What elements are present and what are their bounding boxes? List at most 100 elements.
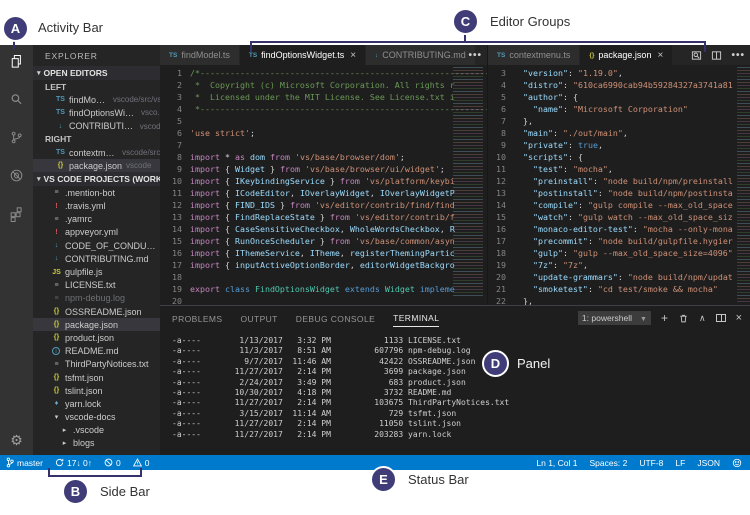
status-indentation[interactable]: Spaces: 2	[590, 458, 628, 468]
tree-item-code_of_conduct.md[interactable]: ↓CODE_OF_CONDUCT.md	[33, 239, 160, 252]
code-line: 3 "version": "1.19.0",	[488, 67, 750, 79]
settings-gear-icon[interactable]: ⚙	[0, 427, 33, 453]
ts-file-icon: TS	[497, 52, 505, 59]
tab-contextmenu.ts[interactable]: TScontextmenu.ts	[488, 45, 580, 65]
terminal-line: -a---- 11/27/2017 2:14 PM 3699 package.j…	[172, 367, 750, 377]
open-preview-icon[interactable]	[691, 50, 702, 61]
code-text: "update-grammars": "node build/npm/updat	[513, 272, 733, 282]
minimap-right[interactable]	[737, 67, 750, 303]
terminal-select[interactable]: 1: powershell▼	[578, 311, 651, 325]
extensions-icon	[8, 205, 25, 227]
more-actions-icon[interactable]: •••	[731, 50, 745, 61]
status-encoding[interactable]: UTF-8	[639, 458, 663, 468]
code-text: "postinstall": "node build/npm/postinsta	[513, 188, 733, 198]
file-label: tslint.json	[65, 386, 103, 396]
minimap-left[interactable]	[453, 67, 483, 297]
line-number: 15	[488, 211, 506, 223]
open-editor-contributing.md[interactable]: ↓CONTRIBUTING.mdvscode	[33, 120, 160, 133]
terminal-line: -a---- 11/3/2017 8:51 AM 607796 npm-debu…	[172, 346, 750, 356]
code-line: 8 "main": "./out/main",	[488, 127, 750, 139]
tab-package.json[interactable]: {}package.json×	[580, 45, 673, 65]
activity-bar-item-explorer[interactable]	[0, 45, 33, 83]
open-editor-findoptionswidget.ts[interactable]: TSfindOptionsWidget.tsvsco...	[33, 106, 160, 119]
callout-c-leg-left	[250, 41, 252, 52]
tree-item-appveyor.yml[interactable]: !appveyor.yml	[33, 226, 160, 239]
file-label: yarn.lock	[65, 399, 101, 409]
tree-item-.travis.yml[interactable]: !.travis.yml	[33, 200, 160, 213]
status-eol[interactable]: LF	[675, 458, 685, 468]
code-text: import { FindReplaceState } from 'vs/edi…	[190, 212, 455, 222]
activity-bar-item-debug[interactable]	[0, 159, 33, 197]
close-icon[interactable]: ×	[350, 50, 356, 61]
panel-tab-problems[interactable]: PROBLEMS	[172, 310, 222, 327]
code-line: 15import { RunOnceScheduler } from 'vs/b…	[160, 235, 487, 247]
tree-item-product.json[interactable]: {}product.json	[33, 331, 160, 344]
status-error[interactable]: 0	[104, 458, 121, 468]
panel: PROBLEMS OUTPUT DEBUG CONSOLE TERMINAL 1: p…	[160, 305, 750, 455]
tree-item-vscode-docs[interactable]: ▾vscode-docs	[33, 411, 160, 424]
new-terminal-icon[interactable]: +	[661, 311, 668, 325]
code-line: 21 "smoketest": "cd test/smoke && mocha"	[488, 283, 750, 295]
more-actions-icon[interactable]: •••	[468, 50, 482, 61]
tree-item-license.txt[interactable]: ≡LICENSE.txt	[33, 279, 160, 292]
tree-item-readme.md[interactable]: iREADME.md	[33, 345, 160, 358]
cfg-file-icon: ≡	[51, 216, 62, 223]
tree-item-.vscode[interactable]: ▸.vscode	[33, 424, 160, 437]
tree-item-thirdpartynotices.txt[interactable]: ≡ThirdPartyNotices.txt	[33, 358, 160, 371]
tree-item-tslint.json[interactable]: {}tslint.json	[33, 384, 160, 397]
open-editor-contextmenu.ts[interactable]: TScontextmenu.tsvscode/src/...	[33, 146, 160, 159]
open-editor-findmodel.ts[interactable]: TSfindModel.tsvscode/src/vs/...	[33, 93, 160, 106]
status-language-mode[interactable]: JSON	[697, 458, 720, 468]
tree-item-ossreadme.json[interactable]: {}OSSREADME.json	[33, 305, 160, 318]
editor-right[interactable]: 3 "version": "1.19.0",4 "distro": "610ca…	[488, 65, 750, 305]
code-line: 4 "distro": "610ca6990cab94b59284327a374…	[488, 79, 750, 91]
panel-tab-debug-console[interactable]: DEBUG CONSOLE	[296, 310, 375, 327]
activity-bar-item-extensions[interactable]	[0, 197, 33, 235]
close-icon[interactable]: ×	[657, 50, 663, 61]
status-sync[interactable]: 17↓ 0↑	[55, 458, 92, 468]
tree-item-yarn.lock[interactable]: ♦yarn.lock	[33, 397, 160, 410]
tree-item-contributing.md[interactable]: ↓CONTRIBUTING.md	[33, 252, 160, 265]
callout-c: C	[452, 8, 479, 35]
close-panel-icon[interactable]: ×	[736, 312, 742, 324]
tree-item-gulpfile.js[interactable]: JSgulpfile.js	[33, 265, 160, 278]
status-text: 0	[116, 458, 121, 468]
tree-item-npm-debug.log[interactable]: ≡npm-debug.log	[33, 292, 160, 305]
split-editor-icon[interactable]	[711, 50, 722, 61]
activity-bar-item-source-control[interactable]	[0, 121, 33, 159]
workspace-header[interactable]: ▾VS CODE PROJECTS (WORKSPACE)	[33, 172, 160, 186]
tree-item-.yamrc[interactable]: ≡.yamrc	[33, 213, 160, 226]
file-label: blogs	[73, 438, 95, 448]
sidebar-title: EXPLORER	[33, 45, 160, 66]
tree-item-blogs[interactable]: ▸blogs	[33, 437, 160, 450]
code-line: 22 },	[488, 295, 750, 305]
panel-tab-output[interactable]: OUTPUT	[240, 310, 277, 327]
tree-item-tsfmt.json[interactable]: {}tsfmt.json	[33, 371, 160, 384]
feedback-smiley-icon[interactable]	[732, 458, 742, 468]
kill-terminal-icon[interactable]	[678, 313, 689, 324]
activity-bar-item-search[interactable]	[0, 83, 33, 121]
json-file-icon: {}	[55, 162, 66, 169]
status-cursor-position[interactable]: Ln 1, Col 1	[536, 458, 577, 468]
callout-c-bracket	[250, 41, 706, 43]
code-text: "scripts": {	[513, 152, 583, 162]
tab-contributing.md[interactable]: ↓CONTRIBUTING.md	[366, 45, 476, 65]
split-panel-icon[interactable]	[716, 314, 726, 322]
open-editor-package.json[interactable]: {}package.jsonvscode	[33, 159, 160, 172]
tab-findoptionswidget.ts[interactable]: TSfindOptionsWidget.ts×	[240, 45, 366, 65]
maximize-panel-icon[interactable]: ∧	[699, 313, 706, 324]
code-line: 7 },	[488, 115, 750, 127]
code-line: 11 "test": "mocha",	[488, 163, 750, 175]
tree-item-.mention-bot[interactable]: ≡.mention-bot	[33, 186, 160, 199]
line-number: 13	[160, 211, 182, 223]
panel-tab-terminal[interactable]: TERMINAL	[393, 309, 439, 327]
line-number: 19	[160, 283, 182, 295]
terminal[interactable]: -a---- 1/13/2017 3:32 PM 1133 LICENSE.tx…	[160, 330, 750, 460]
tree-item-package.json[interactable]: {}package.json	[33, 318, 160, 331]
tab-findmodel.ts[interactable]: TSfindModel.ts	[160, 45, 240, 65]
status-branch[interactable]: master	[6, 457, 43, 468]
editor-left[interactable]: 1/*-------------------------------------…	[160, 65, 487, 305]
status-warning[interactable]: 0	[133, 458, 150, 468]
open-editors-header[interactable]: ▾OPEN EDITORS	[33, 66, 160, 80]
line-number: 5	[488, 91, 506, 103]
